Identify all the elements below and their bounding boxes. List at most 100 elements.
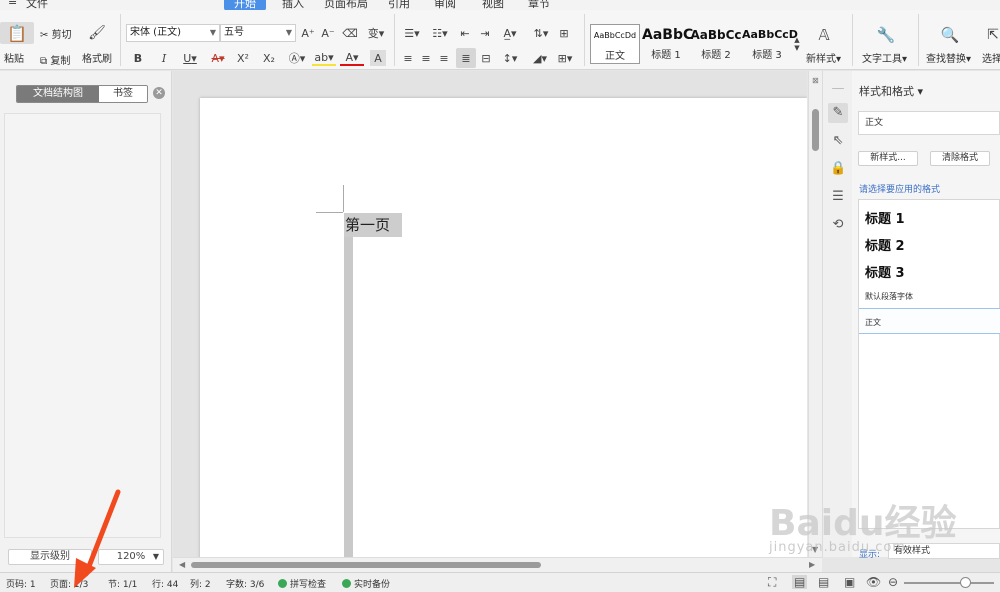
- superscript-button[interactable]: X²: [234, 50, 252, 66]
- new-style-icon[interactable]: 𝔸: [812, 24, 836, 46]
- document-text[interactable]: 第一页: [344, 213, 402, 237]
- history-icon[interactable]: ⟲: [830, 217, 846, 233]
- scroll-right-icon[interactable]: ▶: [809, 560, 815, 569]
- style-item-heading-1[interactable]: 标题 1: [865, 208, 905, 227]
- style-heading-2[interactable]: AaBbCc 标题 2: [690, 24, 742, 64]
- tab-page-layout[interactable]: 页面布局: [324, 0, 368, 10]
- underline-button[interactable]: U ▾: [178, 50, 202, 66]
- justify-icon[interactable]: ≣: [456, 48, 476, 68]
- status-word-count[interactable]: 字数: 3/6: [226, 577, 264, 590]
- zoom-out-icon[interactable]: ⊖: [888, 575, 898, 589]
- page-view-icon[interactable]: ▤: [792, 575, 808, 589]
- structure-tree[interactable]: [4, 113, 161, 538]
- sliders-icon[interactable]: ☰: [830, 189, 846, 205]
- numbered-list-icon[interactable]: ☷▾: [428, 24, 452, 42]
- web-view-icon[interactable]: ▣: [844, 575, 855, 589]
- outdent-icon[interactable]: ⇤: [456, 24, 474, 42]
- document-page[interactable]: 第一页: [200, 98, 807, 557]
- new-style-button[interactable]: 新样式▾: [806, 50, 841, 65]
- collapse-icon[interactable]: —: [830, 81, 846, 97]
- find-replace-button[interactable]: 查找替换▾: [926, 50, 971, 65]
- scroll-left-icon[interactable]: ◀: [179, 560, 185, 569]
- font-color-icon[interactable]: A▾: [340, 50, 364, 66]
- panel-title[interactable]: 样式和格式 ▾: [859, 83, 923, 99]
- style-pen-icon[interactable]: ✎: [828, 103, 848, 123]
- format-painter-label[interactable]: 格式刷: [82, 50, 112, 65]
- phonetic-icon[interactable]: 变▾: [364, 24, 388, 42]
- shading-icon[interactable]: ◢▾: [528, 50, 552, 66]
- clear-format-button[interactable]: 清除格式: [930, 151, 990, 166]
- lock-icon[interactable]: 🔒: [830, 161, 846, 177]
- style-item-normal-row[interactable]: 正文: [859, 308, 1000, 334]
- text-tools-button[interactable]: 文字工具▾: [862, 50, 907, 65]
- backup-toggle[interactable]: 实时备份: [342, 577, 390, 590]
- style-normal[interactable]: AaBbCcDd 正文: [590, 24, 640, 64]
- tab-chapter[interactable]: 章节: [528, 0, 550, 10]
- border-icon[interactable]: ⊞▾: [554, 50, 576, 66]
- bold-button[interactable]: B: [130, 50, 146, 66]
- status-column[interactable]: 列: 2: [190, 577, 211, 590]
- paste-label[interactable]: 粘贴: [4, 50, 24, 65]
- tab-references[interactable]: 引用: [388, 0, 410, 10]
- style-item-default-font[interactable]: 默认段落字体: [865, 291, 913, 302]
- bullet-list-icon[interactable]: ☰▾: [400, 24, 424, 42]
- distribute-icon[interactable]: ⊟: [478, 50, 494, 66]
- select-button[interactable]: 选择: [982, 50, 1000, 65]
- status-page-number[interactable]: 页码: 1: [6, 577, 36, 590]
- eraser-icon[interactable]: ⌫: [342, 24, 358, 42]
- focus-mode-icon[interactable]: ⛶: [768, 575, 776, 590]
- align-right-icon[interactable]: ≡: [436, 50, 452, 66]
- sort-icon[interactable]: ⇅▾: [530, 24, 552, 42]
- tab-view[interactable]: 视图: [482, 0, 504, 10]
- tab-bookmarks[interactable]: 书签: [99, 86, 147, 102]
- text-direction-icon[interactable]: A̲▾: [498, 24, 522, 42]
- scroll-top-icon[interactable]: ⊠: [812, 76, 819, 85]
- style-heading-1[interactable]: AaBbC 标题 1: [642, 24, 693, 64]
- tab-document-structure[interactable]: 文档结构图: [17, 86, 99, 102]
- strikethrough-button[interactable]: A ▾: [206, 50, 230, 66]
- text-effect-icon[interactable]: Ⓐ▾: [286, 50, 308, 66]
- align-left-icon[interactable]: ≡: [400, 50, 416, 66]
- highlight-icon[interactable]: ab▾: [312, 50, 336, 66]
- cursor-icon[interactable]: ⇖: [830, 133, 846, 149]
- status-row[interactable]: 行: 44: [152, 577, 178, 590]
- indent-icon[interactable]: ⇥: [476, 24, 494, 42]
- eye-icon[interactable]: 👁: [866, 575, 881, 589]
- tab-insert[interactable]: 插入: [282, 0, 304, 10]
- format-painter-icon[interactable]: 🖌: [88, 24, 106, 42]
- scroll-down-icon[interactable]: ▼: [812, 545, 818, 554]
- table-icon[interactable]: ⊞: [556, 24, 572, 42]
- outline-view-icon[interactable]: ▤: [818, 575, 829, 589]
- search-icon[interactable]: 🔍: [940, 24, 960, 46]
- zoom-slider-track[interactable]: [904, 582, 994, 584]
- show-filter-select[interactable]: 有效样式: [888, 543, 1000, 559]
- zoom-slider-handle[interactable]: [960, 577, 971, 588]
- horizontal-scroll-thumb[interactable]: [191, 562, 541, 568]
- style-item-heading-2[interactable]: 标题 2: [865, 235, 905, 254]
- font-name-select[interactable]: 宋体 (正文) ▼: [126, 24, 220, 42]
- spell-check-toggle[interactable]: 拼写检查: [278, 577, 326, 590]
- close-icon[interactable]: ✕: [153, 87, 165, 99]
- horizontal-scrollbar[interactable]: ◀ ▶: [173, 557, 822, 572]
- new-style-button[interactable]: 新样式...: [858, 151, 918, 166]
- font-shrink-icon[interactable]: A⁻: [320, 24, 336, 42]
- cursor-icon[interactable]: ⇱: [986, 24, 1000, 46]
- line-spacing-icon[interactable]: ↕▾: [498, 50, 522, 66]
- italic-button[interactable]: I: [156, 50, 172, 66]
- char-shading-icon[interactable]: A: [370, 50, 386, 66]
- tab-home[interactable]: 开始: [224, 0, 266, 10]
- style-item-heading-3[interactable]: 标题 3: [865, 262, 905, 281]
- menu-file[interactable]: 文件: [26, 0, 48, 10]
- current-style-field[interactable]: 正文: [858, 111, 1000, 135]
- style-heading-3[interactable]: AaBbCcD 标题 3: [742, 24, 798, 64]
- vertical-scroll-thumb[interactable]: [812, 109, 819, 151]
- font-grow-icon[interactable]: A⁺: [300, 24, 316, 42]
- font-size-select[interactable]: 五号 ▼: [220, 24, 296, 42]
- wrench-icon[interactable]: 🔧: [876, 24, 896, 46]
- cut-button[interactable]: ✂ 剪切: [40, 26, 72, 41]
- subscript-button[interactable]: X₂: [260, 50, 278, 66]
- align-center-icon[interactable]: ≡: [418, 50, 434, 66]
- style-gallery-scroll[interactable]: ▲ ▼: [793, 24, 801, 64]
- menu-icon[interactable]: ≡: [8, 0, 17, 8]
- tab-review[interactable]: 审阅: [434, 0, 456, 10]
